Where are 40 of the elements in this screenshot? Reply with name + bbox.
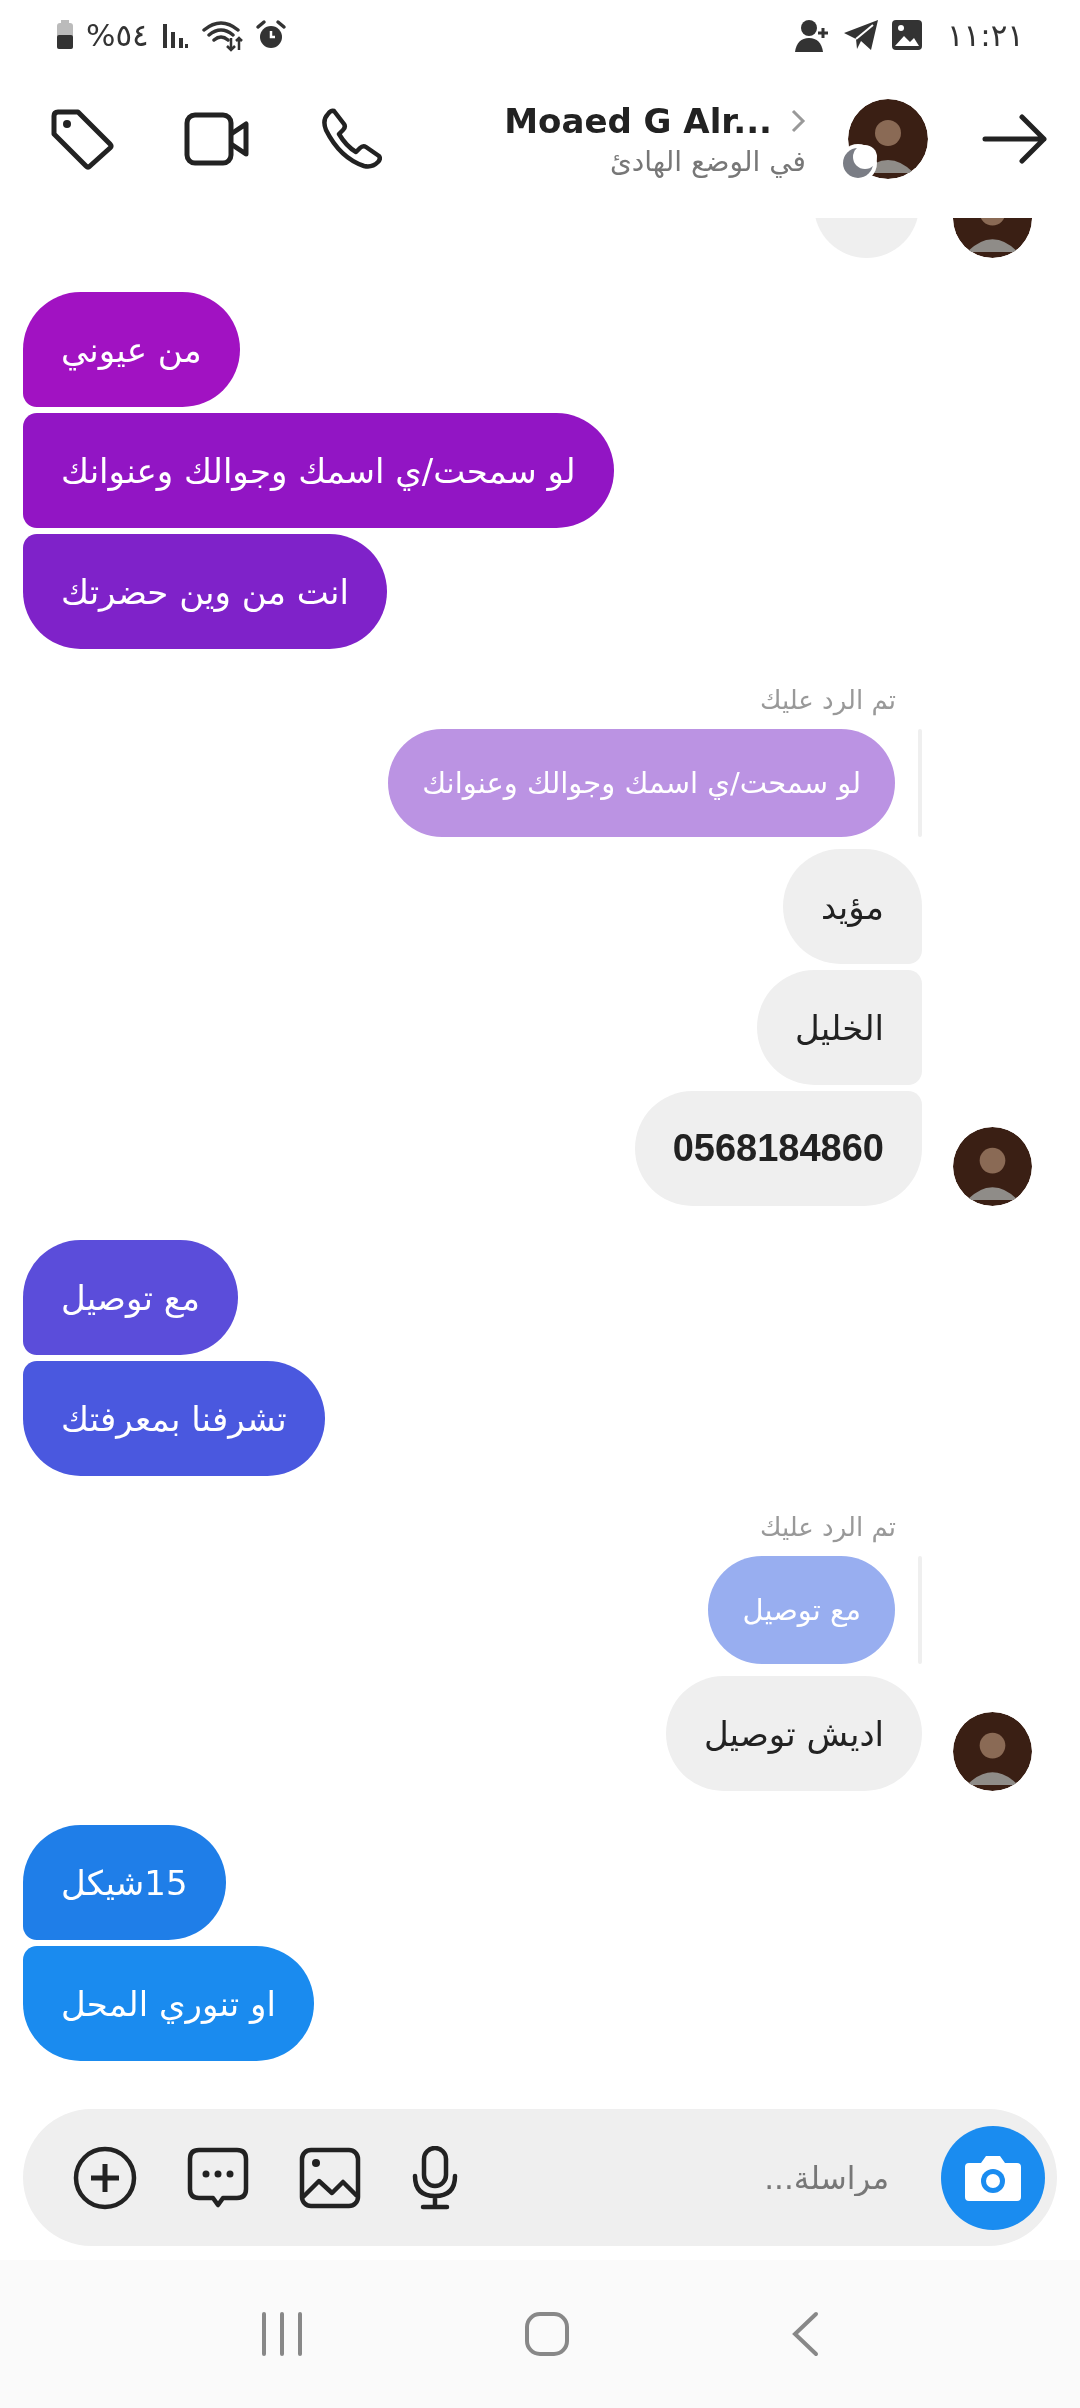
avatar[interactable]: [953, 1127, 1032, 1206]
send-icon: [842, 19, 879, 51]
wifi-icon: [200, 18, 243, 52]
contact-status: في الوضع الهادئ: [609, 144, 806, 178]
microphone-icon[interactable]: [411, 2145, 459, 2210]
message-bubble: 0568184860: [634, 1091, 922, 1206]
chat-icon[interactable]: [187, 2146, 249, 2209]
recent-apps-icon[interactable]: [260, 2312, 304, 2356]
tag-icon[interactable]: [50, 108, 114, 170]
clock-time: ١١:٢١: [946, 17, 1024, 53]
video-call-icon[interactable]: [184, 112, 250, 166]
quoted-message[interactable]: مع توصيل: [708, 1556, 895, 1664]
contact-name[interactable]: Moaed G Alr...: [504, 100, 772, 141]
reply-label: تم الرد عليك: [759, 685, 896, 715]
message-bubble: انت من وين حضرتك: [23, 534, 387, 649]
message-bubble: 15شيكل: [23, 1825, 226, 1940]
message-bubble: تشرفنا بمعرفتك: [23, 1361, 325, 1476]
message-bubble: مع توصيل: [23, 1240, 239, 1355]
reply-label: تم الرد عليك: [759, 1512, 896, 1542]
back-icon[interactable]: [790, 2311, 820, 2357]
person-add-icon: [792, 18, 831, 52]
forward-arrow-icon[interactable]: [982, 114, 1048, 164]
message-bubble: من عيوني: [23, 292, 240, 407]
home-icon[interactable]: [524, 2311, 570, 2357]
quoted-message[interactable]: لو سمحت/ي اسمك وجوالك وعنوانك: [388, 729, 895, 837]
phone-icon[interactable]: [320, 108, 382, 170]
message-input[interactable]: مراسلة...: [509, 2158, 891, 2197]
message-bubble: الخليل: [756, 970, 922, 1085]
plus-icon[interactable]: [73, 2145, 137, 2210]
battery-icon: [56, 20, 74, 50]
battery-level: %٥٤: [86, 17, 149, 53]
alarm-icon: [254, 19, 287, 51]
image-icon: [890, 19, 923, 51]
message-bubble: او تنوري المحل: [23, 1946, 314, 2061]
message-bubble: لو سمحت/ي اسمك وجوالك وعنوانك: [23, 413, 614, 528]
chevron-icon: [790, 107, 806, 134]
avatar[interactable]: [953, 1712, 1032, 1791]
gallery-icon[interactable]: [299, 2146, 361, 2209]
message-bubble: اديش توصيل: [665, 1676, 922, 1791]
message-bubble: مؤيد: [782, 849, 922, 964]
